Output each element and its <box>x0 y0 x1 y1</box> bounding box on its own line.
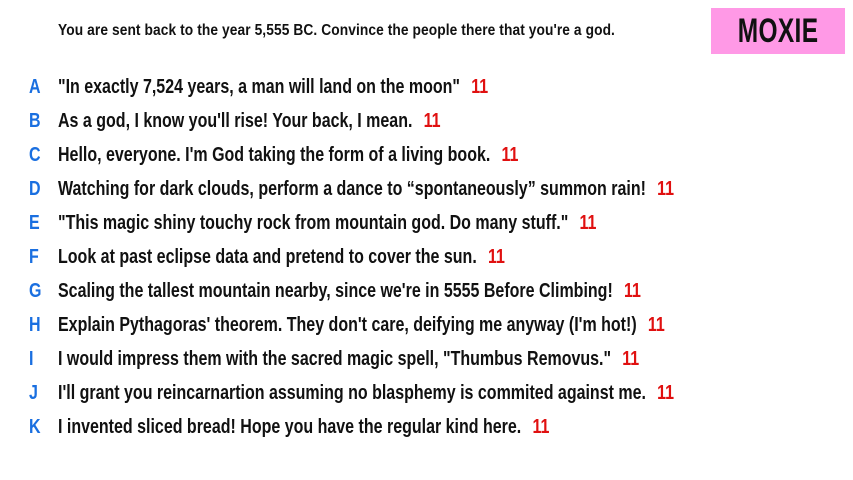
prompt-text: You are sent back to the year 5,555 BC. … <box>58 22 615 39</box>
answer-text: Hello, everyone. I'm God taking the form… <box>58 144 491 166</box>
answer-letter: D <box>29 178 41 200</box>
answer-letter: F <box>29 246 39 268</box>
answer-score: 11 <box>471 76 489 98</box>
answer-row-e[interactable]: E "This magic shiny touchy rock from mou… <box>0 206 853 240</box>
answer-letter: J <box>29 382 38 404</box>
answer-line: "This magic shiny touchy rock from mount… <box>58 206 596 240</box>
answer-text: Explain Pythagoras' theorem. They don't … <box>58 314 637 336</box>
answer-score: 11 <box>622 348 640 370</box>
answer-row-k[interactable]: K I invented sliced bread! Hope you have… <box>0 410 853 444</box>
answer-text: Scaling the tallest mountain nearby, sin… <box>58 280 613 302</box>
answer-letter: E <box>29 212 40 234</box>
answer-line: Scaling the tallest mountain nearby, sin… <box>58 274 641 308</box>
answer-score: 11 <box>647 314 665 336</box>
answer-line: Explain Pythagoras' theorem. They don't … <box>58 308 665 342</box>
answer-text: Watching for dark clouds, perform a danc… <box>58 178 646 200</box>
answer-score: 11 <box>532 416 550 438</box>
answer-letter: G <box>29 280 42 302</box>
answer-text: "This magic shiny touchy rock from mount… <box>58 212 569 234</box>
answer-row-d[interactable]: D Watching for dark clouds, perform a da… <box>0 172 853 206</box>
answer-line: Hello, everyone. I'm God taking the form… <box>58 138 518 172</box>
answer-score: 11 <box>501 144 519 166</box>
answer-score: 11 <box>657 382 675 404</box>
answer-letter: I <box>29 348 34 370</box>
answer-row-b[interactable]: B As a god, I know you'll rise! Your bac… <box>0 104 853 138</box>
answer-line: Look at past eclipse data and pretend to… <box>58 240 505 274</box>
answer-score: 11 <box>423 110 441 132</box>
answer-line: As a god, I know you'll rise! Your back,… <box>58 104 441 138</box>
answer-score: 11 <box>487 246 505 268</box>
answer-row-g[interactable]: G Scaling the tallest mountain nearby, s… <box>0 274 853 308</box>
answer-line: I'll grant you reincarnartion assuming n… <box>58 376 674 410</box>
answer-line: I invented sliced bread! Hope you have t… <box>58 410 549 444</box>
answer-text: I invented sliced bread! Hope you have t… <box>58 416 522 438</box>
answer-letter: C <box>29 144 41 166</box>
answer-letter: A <box>29 76 41 98</box>
answer-row-a[interactable]: A "In exactly 7,524 years, a man will la… <box>0 70 853 104</box>
answer-line: Watching for dark clouds, perform a danc… <box>58 172 674 206</box>
answer-text: I would impress them with the sacred mag… <box>58 348 612 370</box>
answer-letter: K <box>29 416 41 438</box>
answer-text: As a god, I know you'll rise! Your back,… <box>58 110 413 132</box>
answer-letter: H <box>29 314 41 336</box>
answer-text: Look at past eclipse data and pretend to… <box>58 246 477 268</box>
answer-letter: B <box>29 110 41 132</box>
answer-score: 11 <box>579 212 597 234</box>
answer-row-j[interactable]: J I'll grant you reincarnartion assuming… <box>0 376 853 410</box>
answer-row-h[interactable]: H Explain Pythagoras' theorem. They don'… <box>0 308 853 342</box>
answer-row-i[interactable]: I I would impress them with the sacred m… <box>0 342 853 376</box>
answer-score: 11 <box>657 178 675 200</box>
answer-line: I would impress them with the sacred mag… <box>58 342 639 376</box>
moxie-logo: MOXIE <box>711 8 845 54</box>
answer-text: "In exactly 7,524 years, a man will land… <box>58 76 460 98</box>
answer-line: "In exactly 7,524 years, a man will land… <box>58 70 488 104</box>
answer-row-c[interactable]: C Hello, everyone. I'm God taking the fo… <box>0 138 853 172</box>
logo-text: MOXIE <box>737 11 819 50</box>
answer-text: I'll grant you reincarnartion assuming n… <box>58 382 646 404</box>
answer-row-f[interactable]: F Look at past eclipse data and pretend … <box>0 240 853 274</box>
answer-score: 11 <box>623 280 641 302</box>
